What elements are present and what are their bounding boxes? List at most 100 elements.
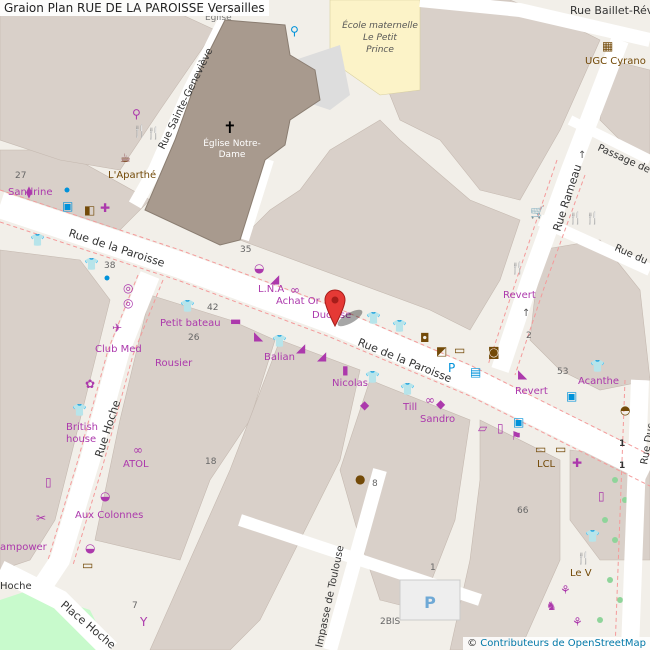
clothes-shop-icon[interactable]: 👕 [366,311,381,325]
toy-icon[interactable]: ⚘ [572,615,583,629]
poi-label-ugc[interactable]: UGC Cyrano [585,56,646,67]
bicycle-icon[interactable]: ⚲ [290,24,299,38]
clothes-shop-icon[interactable]: 👕 [72,403,87,417]
toy-icon[interactable]: ⚘ [560,583,571,597]
restaurant-icon[interactable]: 🍴 [510,261,525,275]
bag-icon[interactable]: ◆ [360,398,370,412]
poi-label-sandro[interactable]: Sandro [420,414,455,425]
church-label-line1: Église Notre- [203,137,261,149]
restaurant-icon[interactable]: 🍴 [576,551,591,565]
shoe-shop-icon[interactable]: ◢ [317,349,327,363]
info-board-icon[interactable]: ▤ [470,365,481,379]
bus-stop-icon[interactable]: ▣ [513,415,524,429]
photo-shop-icon[interactable]: ◙ [488,345,500,359]
bar-icon[interactable]: Y [139,615,148,629]
poi-label-acanthe[interactable]: Acanthe [578,376,619,387]
clothes-shop-icon[interactable]: ◣ [518,367,528,381]
clothes-shop-icon[interactable]: 👕 [392,319,407,333]
fast-food-icon[interactable]: ◓ [620,403,630,417]
house-number: 66 [517,506,529,516]
map-viewport[interactable]: ✝ Église Notre- Dame Église École matern… [0,0,650,650]
cosmetics-icon[interactable]: ◩ [436,344,447,358]
optician-icon[interactable]: ∞ [290,283,300,297]
pharmacy-icon[interactable]: ✚ [572,456,582,470]
poi-label-british-house-2[interactable]: house [66,434,96,445]
house-number: 42 [207,303,218,313]
restaurant-icon[interactable]: 🍴 [585,211,600,225]
jewelry-icon[interactable]: ◎ [123,281,133,295]
supermarket-icon[interactable]: 🛒 [530,205,545,219]
atm-icon[interactable]: ▭ [454,343,465,357]
poi-label-lampower[interactable]: ampower [0,542,48,553]
poi-label-laparthe[interactable]: L'Aparthé [108,169,156,181]
book-icon[interactable]: ▯ [45,475,52,489]
parking-bicycle-icon[interactable]: P [448,361,455,375]
restaurant-icon[interactable]: 🍴 [568,211,583,225]
house-number: 18 [205,457,217,467]
bus-stop-icon[interactable]: ▣ [62,199,73,213]
poi-label-club-med[interactable]: Club Med [95,344,142,355]
atm-icon[interactable]: ▭ [82,558,93,572]
clothes-shop-icon[interactable]: 👕 [30,233,45,247]
restaurant-icon[interactable]: 🍴 [146,126,161,140]
furniture-icon[interactable]: ▬ [230,314,241,328]
cafe-icon[interactable]: ⚲ [132,107,141,121]
house-number: 38 [104,261,116,271]
poi-label-aux-colonnes[interactable]: Aux Colonnes [75,510,143,521]
attribution-copyright: © [467,638,478,649]
poi-label-lcl[interactable]: LCL [537,459,556,470]
restaurant-icon[interactable]: 🍴 [132,124,147,138]
cosmetics-icon[interactable]: ◘ [420,331,430,345]
poi-label-balian[interactable]: Balian [264,352,295,363]
poi-label-till[interactable]: Till [402,402,417,413]
clothes-shop-icon[interactable]: ◣ [254,329,264,343]
poi-label-achat-or[interactable]: Achat Or [276,296,321,307]
mobile-phone-icon[interactable]: ▯ [598,489,605,503]
house-number: 8 [372,479,378,489]
poi-label-revert-2[interactable]: Revert [515,386,548,397]
clothes-shop-icon[interactable]: 👕 [272,334,287,348]
location-marker[interactable] [323,288,347,328]
poi-label-le-v[interactable]: Le V [570,568,592,579]
bakery-icon[interactable]: ◒ [100,489,110,503]
bakery-icon[interactable]: ◒ [254,261,264,275]
gift-icon[interactable]: ⚑ [511,429,522,443]
poi-label-petit-bateau[interactable]: Petit bateau [160,318,221,329]
bank-icon[interactable]: ▭ [535,442,546,456]
map-pin-icon [324,289,346,328]
pharmacy-icon[interactable]: ✚ [100,201,110,215]
tailor-icon[interactable]: ✂ [36,511,46,525]
street-label-hoche-left: Hoche [0,581,32,592]
house-number: 26 [188,333,200,343]
poi-label-revert-1[interactable]: Revert [503,290,536,301]
stationery-icon[interactable]: ▱ [478,421,488,435]
cafe-icon[interactable]: ☕ [120,151,131,165]
bakery-icon[interactable]: ◒ [85,541,95,555]
shop-icon[interactable]: ◧ [84,203,95,217]
poi-label-lna[interactable]: L.N.A [258,284,284,295]
jewelry-icon[interactable]: ◎ [123,296,133,310]
optician-icon[interactable]: ∞ [133,443,143,457]
attribution-link[interactable]: Contributeurs de OpenStreetMap [480,638,646,649]
optician-icon[interactable]: ∞ [425,393,435,407]
club-med-icon[interactable]: ✈ [112,321,122,335]
poi-label-rousier[interactable]: Rousier [155,358,193,369]
book-icon[interactable]: ▯ [497,421,504,435]
clothes-shop-icon[interactable]: 👕 [400,382,415,396]
alcohol-icon[interactable]: ▮ [342,363,349,377]
atm-icon[interactable]: ▭ [555,442,566,456]
clothes-shop-icon[interactable]: 👕 [585,529,600,543]
clothes-shop-icon[interactable]: 👕 [180,299,195,313]
poi-label-nicolas[interactable]: Nicolas [332,378,368,389]
bus-stop-icon[interactable]: ▣ [566,389,577,403]
florist-icon[interactable]: ✿ [85,377,95,391]
shoe-shop-icon[interactable]: ◢ [296,341,306,355]
poi-label-atol[interactable]: ATOL [123,459,149,470]
clothes-shop-icon[interactable]: 👕 [84,257,99,271]
clothes-shop-icon[interactable]: 👕 [590,359,605,373]
cinema-icon[interactable]: ▦ [602,39,613,53]
poi-label-sandrine[interactable]: Sandrine [8,187,53,198]
poi-label-british-house-1[interactable]: British [66,422,98,433]
bag-icon[interactable]: ◆ [436,397,446,411]
horse-icon[interactable]: ♞ [546,599,557,613]
